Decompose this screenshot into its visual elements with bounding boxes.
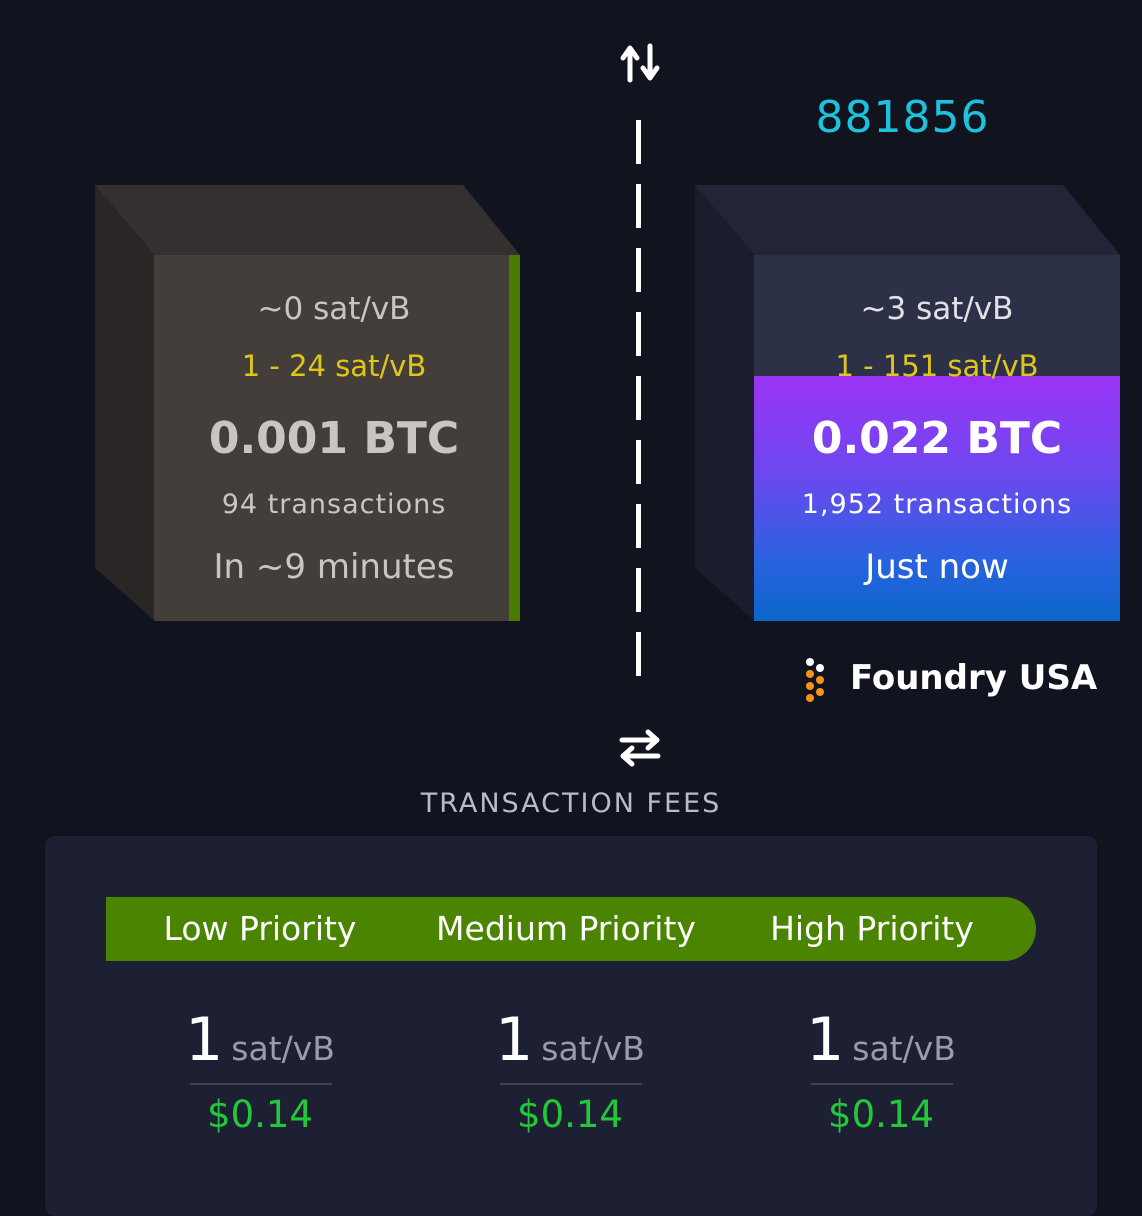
mined-tx-count: 1,952 transactions — [801, 489, 1073, 520]
high-priority-label: High Priority — [770, 909, 974, 948]
pending-block-side-face — [95, 185, 155, 621]
pending-median-fee: ~0 sat/vB — [257, 291, 411, 327]
fee-usd-value: $0.14 — [207, 1093, 313, 1136]
mined-total-fees: 0.022 BTC — [811, 413, 1063, 464]
medium-priority-label: Medium Priority — [436, 909, 696, 948]
fee-divider — [190, 1083, 332, 1085]
fee-divider — [811, 1083, 953, 1085]
swap-arrows-icon[interactable] — [618, 728, 662, 768]
medium-priority-fee: 1 sat/vB $0.14 — [470, 1005, 670, 1145]
pending-block-fill-edge — [509, 255, 520, 621]
block-height-link[interactable]: 881856 — [780, 92, 1025, 143]
high-priority-fee: 1 sat/vB $0.14 — [781, 1005, 981, 1145]
fee-rate-value: 1 — [806, 1005, 845, 1075]
miner-name-link[interactable]: Foundry USA — [850, 658, 1097, 698]
foundry-logo-icon — [800, 656, 830, 702]
mined-time: Just now — [865, 547, 1009, 587]
up-down-arrows-icon — [620, 42, 662, 84]
fee-rate-unit: sat/vB — [231, 1029, 335, 1068]
fee-rate-value: 1 — [185, 1005, 224, 1075]
fee-usd-value: $0.14 — [517, 1093, 623, 1136]
fee-divider — [500, 1083, 642, 1085]
low-priority-label: Low Priority — [163, 909, 357, 948]
mined-block-top-face — [695, 185, 1120, 255]
pending-total-fees: 0.001 BTC — [208, 413, 460, 464]
fee-rate-value: 1 — [495, 1005, 534, 1075]
pending-block-top-face — [95, 185, 520, 255]
fee-usd-value: $0.14 — [828, 1093, 934, 1136]
block-divider-dashed-line — [636, 120, 641, 695]
mined-block-front-face[interactable]: ~3 sat/vB 1 - 151 sat/vB 0.022 BTC 1,952… — [754, 255, 1120, 621]
pending-fee-range: 1 - 24 sat/vB — [241, 349, 427, 383]
pending-block-front-face[interactable]: ~0 sat/vB 1 - 24 sat/vB 0.001 BTC 94 tra… — [154, 255, 514, 621]
mined-fee-range: 1 - 151 sat/vB — [835, 349, 1039, 383]
low-priority-fee: 1 sat/vB $0.14 — [160, 1005, 360, 1145]
pending-eta: In ~9 minutes — [213, 547, 455, 587]
pending-tx-count: 94 transactions — [221, 489, 447, 520]
transaction-fees-heading: TRANSACTION FEES — [420, 788, 722, 819]
fee-rate-unit: sat/vB — [852, 1029, 956, 1068]
fee-rate-unit: sat/vB — [541, 1029, 645, 1068]
mined-median-fee: ~3 sat/vB — [860, 291, 1014, 327]
mined-block-side-face — [695, 185, 755, 621]
